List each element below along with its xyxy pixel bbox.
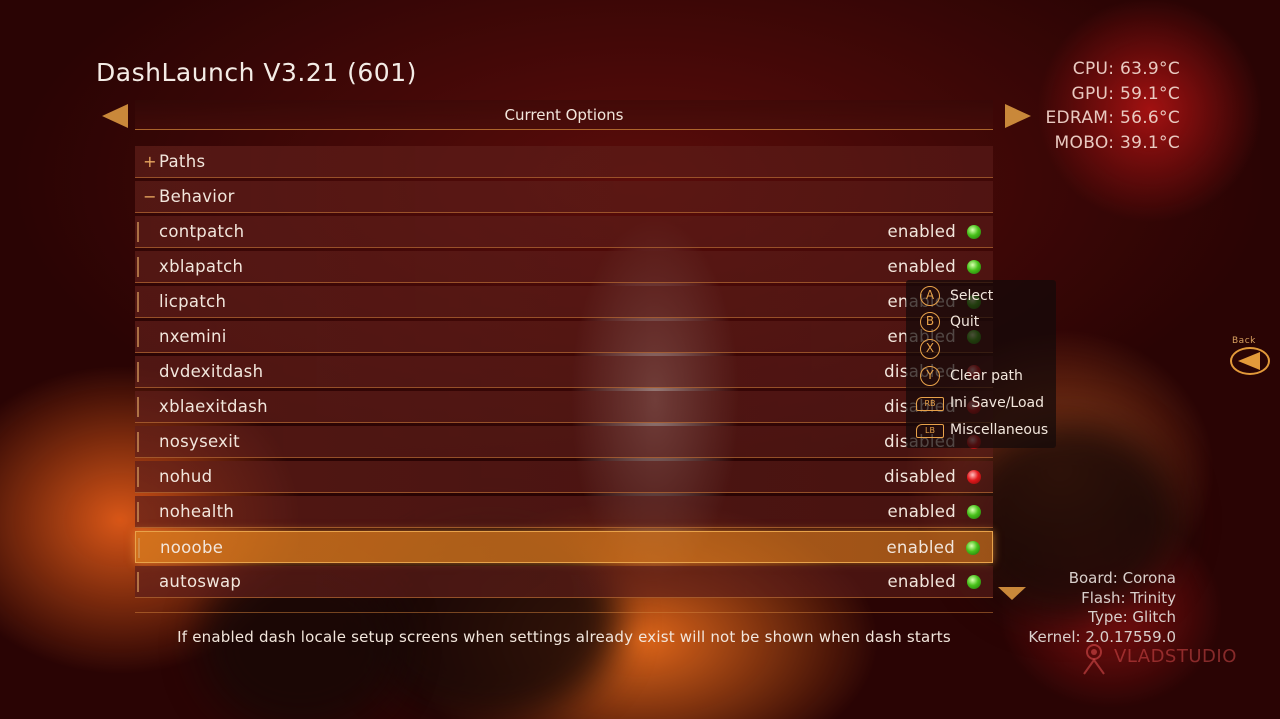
button-hint-x: X: [916, 338, 1056, 360]
edram-temp: EDRAM: 56.6°C: [1045, 108, 1180, 128]
button-hint-a: A Select: [916, 285, 1056, 307]
row-marker: [137, 327, 139, 347]
option-label: nosysexit: [159, 432, 240, 451]
back-arrow-icon: [1238, 352, 1260, 370]
row-marker: [137, 502, 139, 522]
vladstudio-logo-icon: [1083, 644, 1105, 675]
system-info: Board: Corona Flash: Trinity Type: Glitc…: [1028, 569, 1176, 647]
button-hint-label: Clear path: [950, 368, 1023, 384]
button-hint-y: Y Clear path: [916, 365, 1056, 387]
row-marker: [137, 432, 139, 452]
option-label: autoswap: [159, 572, 242, 591]
scroll-down-arrow-icon[interactable]: [998, 587, 1026, 600]
option-label: nxemini: [159, 327, 227, 346]
option-label: contpatch: [159, 222, 245, 241]
option-row-autoswap[interactable]: autoswap enabled: [135, 566, 993, 598]
option-value: enabled: [887, 572, 956, 591]
option-row-xblapatch[interactable]: xblapatch enabled: [135, 251, 993, 283]
x-button-icon: X: [920, 339, 940, 359]
a-button-icon: A: [920, 286, 940, 306]
prev-page-arrow-icon[interactable]: [102, 104, 128, 128]
option-row-nohealth[interactable]: nohealth enabled: [135, 496, 993, 528]
button-hint-label: Ini Save/Load: [950, 395, 1045, 411]
enabled-led-icon: [967, 575, 981, 589]
row-marker: [137, 362, 139, 382]
flash-info: Flash: Trinity: [1081, 588, 1176, 607]
button-hint-lb: LB Miscellaneous: [916, 419, 1056, 441]
next-page-arrow-icon[interactable]: [1005, 104, 1031, 128]
b-button-icon: B: [920, 312, 940, 332]
row-marker: [137, 222, 139, 242]
option-value: enabled: [887, 502, 956, 521]
enabled-led-icon: [967, 260, 981, 274]
option-label: licpatch: [159, 292, 227, 311]
option-description: If enabled dash locale setup screens whe…: [177, 628, 951, 646]
button-hint-label: Select: [950, 288, 994, 304]
option-value: enabled: [887, 257, 956, 276]
row-marker: [137, 292, 139, 312]
option-value: enabled: [886, 538, 955, 557]
options-list: + Paths − Behavior contpatch enabled xblap…: [135, 146, 993, 601]
mobo-temp: MOBO: 39.1°C: [1054, 132, 1180, 153]
gpu-temp: GPU: 59.1°C: [1071, 83, 1180, 104]
y-button-icon: Y: [920, 366, 940, 386]
option-label: xblapatch: [159, 257, 244, 276]
option-row-nosysexit[interactable]: nosysexitdisabled: [135, 426, 993, 458]
divider: [135, 612, 993, 613]
group-label: Behavior: [159, 187, 235, 206]
option-row-dvdexitdash[interactable]: dvdexitdashdisabled: [135, 356, 993, 388]
controller-button-legend: A Select B Quit X Y Clear path RB Ini Save/Load L…: [906, 280, 1056, 448]
row-marker: [138, 538, 140, 558]
button-hint-label: Miscellaneous: [950, 422, 1049, 438]
option-label: nohud: [159, 467, 213, 486]
option-row-xblaexitdash[interactable]: xblaexitdashdisabled: [135, 391, 993, 423]
option-label: dvdexitdash: [159, 362, 264, 381]
option-row-nxemini[interactable]: nxeminienabled: [135, 321, 993, 353]
cpu-temp: CPU: 63.9°C: [1072, 59, 1180, 79]
disabled-led-icon: [967, 470, 981, 484]
option-label: nooobe: [160, 538, 224, 557]
section-header: Current Options: [135, 100, 993, 130]
collapse-icon: −: [143, 187, 157, 206]
group-behavior[interactable]: − Behavior: [135, 181, 993, 213]
row-marker: [137, 572, 139, 592]
type-info: Type: Glitch: [1088, 608, 1176, 626]
option-value: disabled: [884, 467, 956, 486]
back-button[interactable]: Back: [1230, 336, 1272, 378]
enabled-led-icon: [967, 225, 981, 239]
back-label: Back: [1232, 336, 1256, 346]
button-hint-label: Quit: [950, 314, 980, 330]
lb-button-icon: LB: [916, 424, 944, 438]
option-row-nooobe[interactable]: nooobe enabled: [135, 531, 993, 563]
option-value: enabled: [887, 222, 956, 241]
row-marker: [137, 397, 139, 417]
button-hint-rb: RB Ini Save/Load: [916, 392, 1056, 414]
app-title: DashLaunch V3.21 (601): [96, 58, 417, 87]
group-label: Paths: [159, 152, 206, 171]
group-paths[interactable]: + Paths: [135, 146, 993, 178]
row-marker: [137, 467, 139, 487]
board-info: Board: Corona: [1068, 569, 1176, 587]
option-label: nohealth: [159, 502, 235, 521]
button-hint-b: B Quit: [916, 311, 1056, 333]
option-row-nohud[interactable]: nohud disabled: [135, 461, 993, 493]
row-marker: [137, 257, 139, 277]
expand-icon: +: [143, 152, 157, 171]
option-row-contpatch[interactable]: contpatch enabled: [135, 216, 993, 248]
watermark-text: VLADSTUDIO: [1114, 646, 1237, 667]
temperature-readout: CPU: 63.9°C GPU: 59.1°C EDRAM: 56.6°C MO…: [1045, 57, 1180, 155]
rb-button-icon: RB: [916, 397, 944, 411]
option-label: xblaexitdash: [159, 397, 268, 416]
enabled-led-icon: [966, 541, 980, 555]
option-row-licpatch[interactable]: licpatchenabled: [135, 286, 993, 318]
enabled-led-icon: [967, 505, 981, 519]
